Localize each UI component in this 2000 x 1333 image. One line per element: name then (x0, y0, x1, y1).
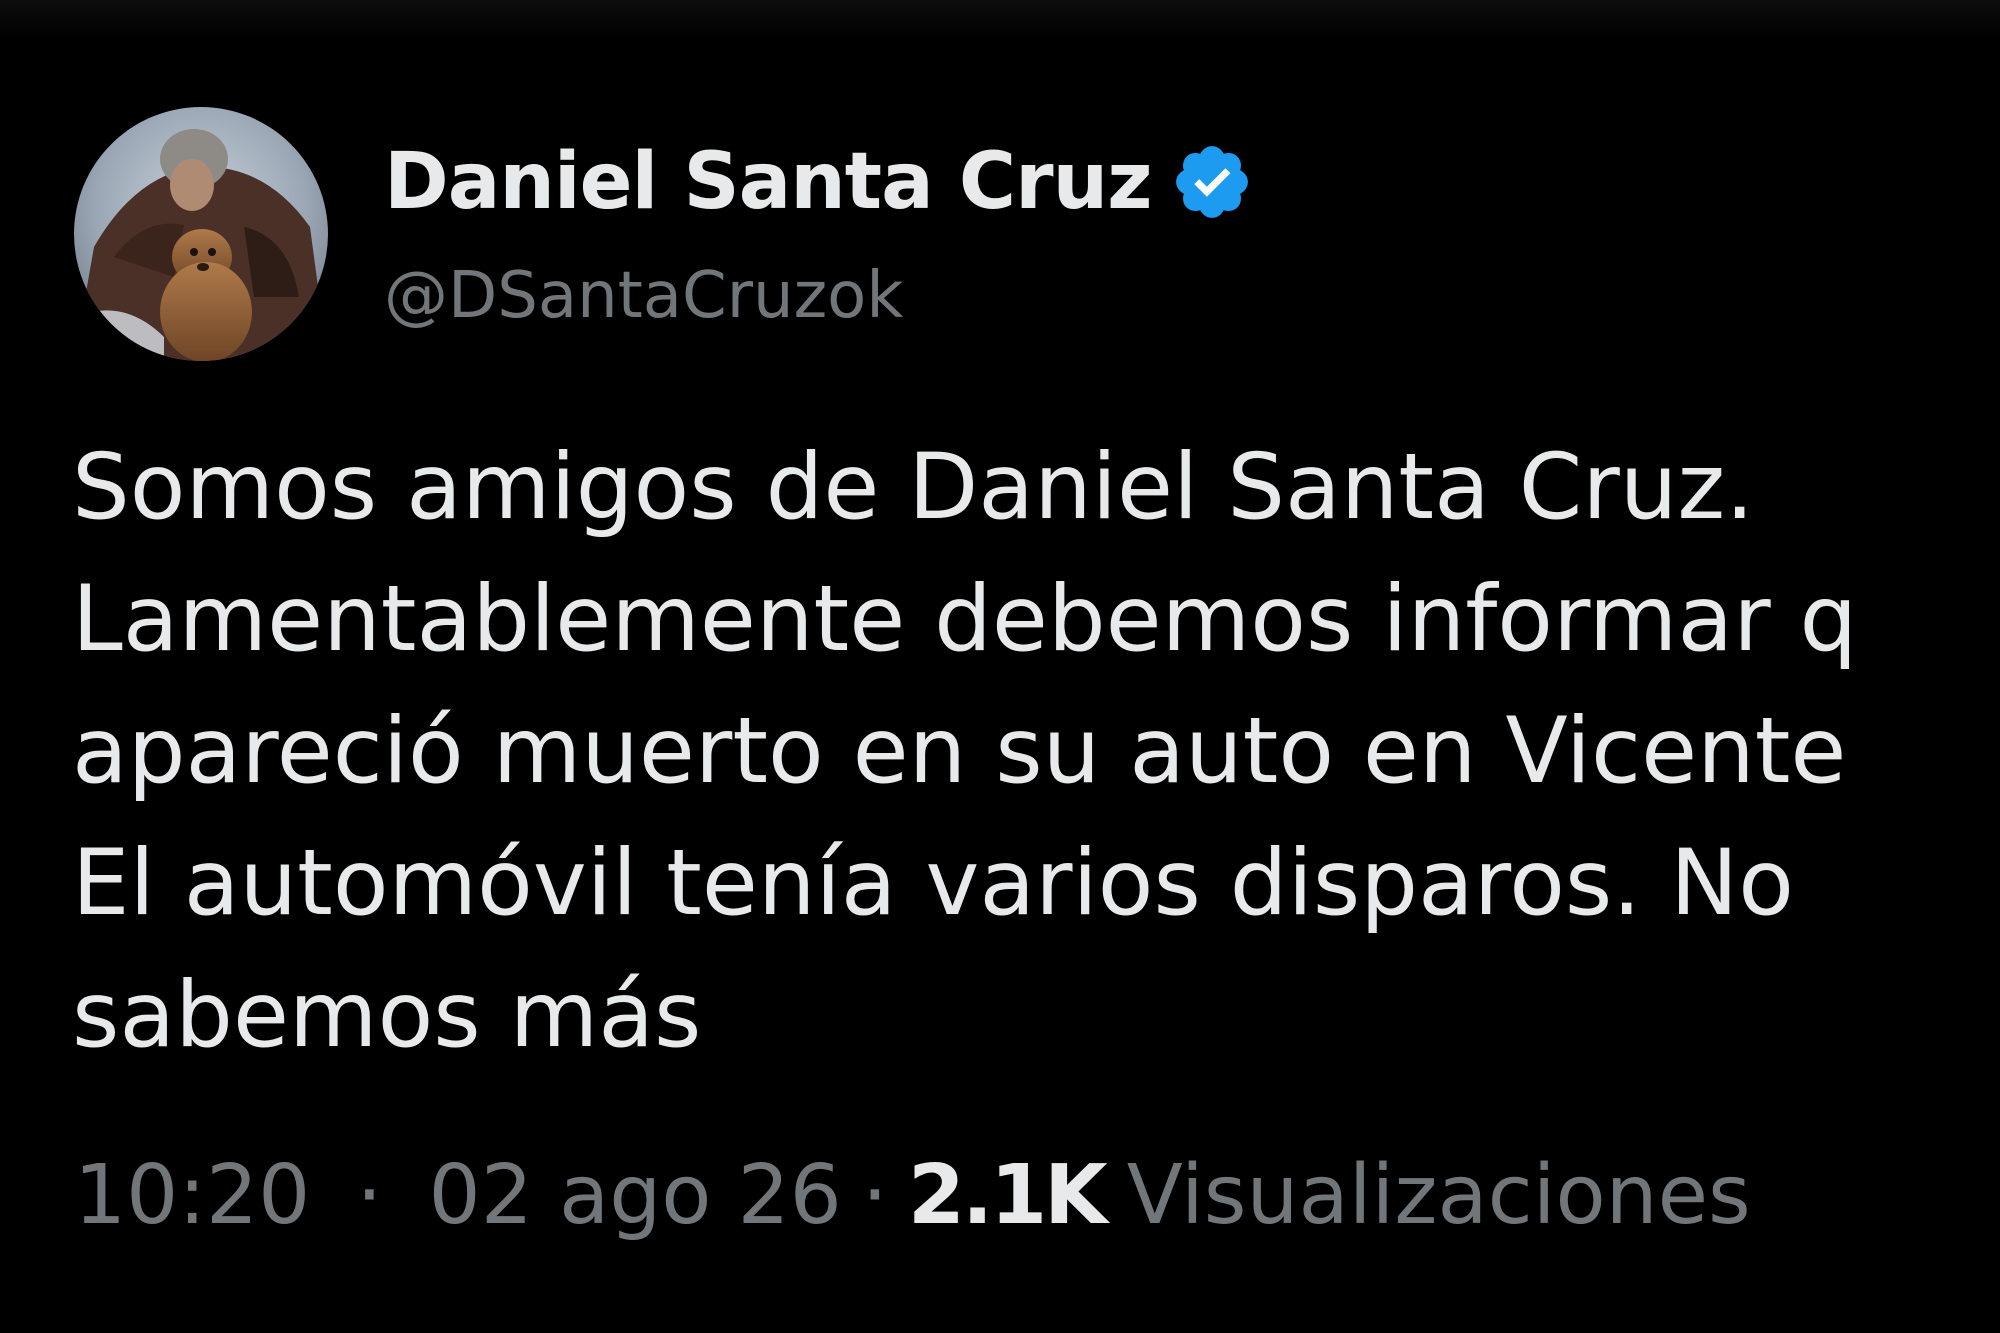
top-edge-shadow (0, 0, 2000, 40)
meta-separator: · (356, 1148, 383, 1243)
author-handle[interactable]: @DSantaCruzok (384, 264, 1254, 328)
tweet-text-line: sabemos más (72, 963, 702, 1068)
tweet-header: Daniel Santa Cruz @DSantaCruzok (74, 104, 1254, 364)
tweet-text-line: El automóvil tenía varios disparos. No (72, 831, 1794, 936)
tweet-date: 02 ago 26 (428, 1148, 842, 1243)
tweet-text-line: Lamentablemente debemos informar q (72, 567, 1858, 672)
tweet-body: Somos amigos de Daniel Santa Cruz. Lamen… (72, 422, 2000, 1082)
tweet-views-link[interactable]: 2.1K Visualizaciones (908, 1155, 1751, 1237)
meta-separator: · (861, 1148, 888, 1243)
profile-photo-icon (74, 107, 328, 361)
tweet-metadata: 10:20 · 02 ago 26 · 2.1K Visualizaciones (74, 1155, 1751, 1237)
tweet-card: Daniel Santa Cruz @DSantaCruzok Somos am… (0, 0, 2000, 1333)
tweet-time: 10:20 (74, 1148, 311, 1243)
tweet-text-line: Somos amigos de Daniel Santa Cruz. (72, 435, 1755, 540)
author-identity: Daniel Santa Cruz @DSantaCruzok (384, 140, 1254, 328)
tweet-text-line: apareció muerto en su auto en Vicente (72, 699, 1847, 804)
verified-badge-icon[interactable] (1170, 140, 1254, 224)
tweet-timestamp-link[interactable]: 10:20 · 02 ago 26 (74, 1155, 842, 1237)
views-label: Visualizaciones (1126, 1148, 1751, 1243)
views-count: 2.1K (907, 1148, 1108, 1243)
author-avatar[interactable] (74, 107, 328, 361)
author-name-row[interactable]: Daniel Santa Cruz (384, 140, 1254, 224)
author-display-name[interactable]: Daniel Santa Cruz (384, 143, 1152, 221)
